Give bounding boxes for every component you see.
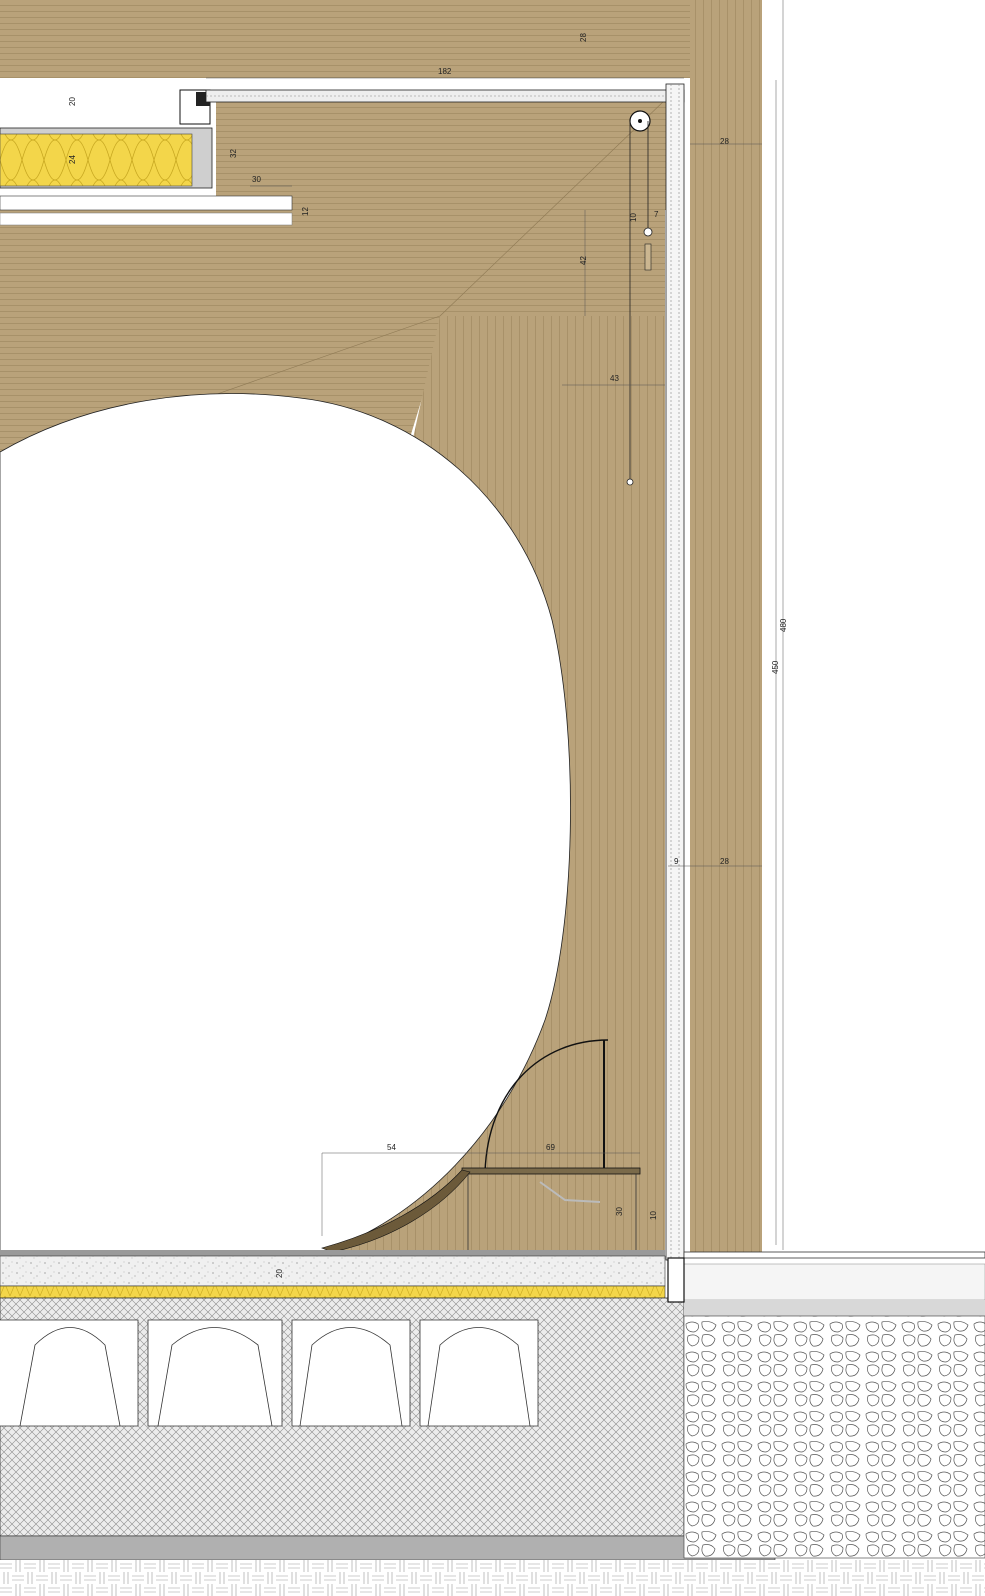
section-drawing: 28 182 20 24 32 30 12 28 10 7 42 43 480 …: [0, 0, 985, 1596]
dim-9: 9: [674, 857, 679, 866]
dim-32: 32: [229, 149, 238, 158]
dim-10-bottom: 10: [649, 1211, 658, 1220]
dim-480: 480: [779, 618, 788, 632]
dim-54: 54: [387, 1143, 396, 1152]
dim-43: 43: [610, 374, 619, 383]
arched-opening: [0, 393, 571, 1253]
dim-450: 450: [771, 660, 780, 674]
dim-10: 10: [629, 213, 638, 222]
dim-69: 69: [546, 1143, 555, 1152]
dim-30-top: 30: [252, 175, 261, 184]
dim-28-right-top: 28: [720, 137, 729, 146]
glazing-frame: [665, 83, 685, 1261]
dim-182: 182: [438, 67, 452, 76]
dim-12: 12: [301, 207, 310, 216]
dim-20-floor: 20: [275, 1269, 284, 1278]
dim-24: 24: [68, 155, 77, 164]
dim-28-top: 28: [579, 33, 588, 42]
vault-blocks: [0, 1319, 539, 1427]
exterior-ground: [667, 1251, 985, 1559]
dim-30-bottom: 30: [615, 1207, 624, 1216]
dim-20-top: 20: [68, 97, 77, 106]
dim-42: 42: [579, 256, 588, 265]
dim-28-right-mid: 28: [720, 857, 729, 866]
dim-7: 7: [654, 210, 659, 219]
